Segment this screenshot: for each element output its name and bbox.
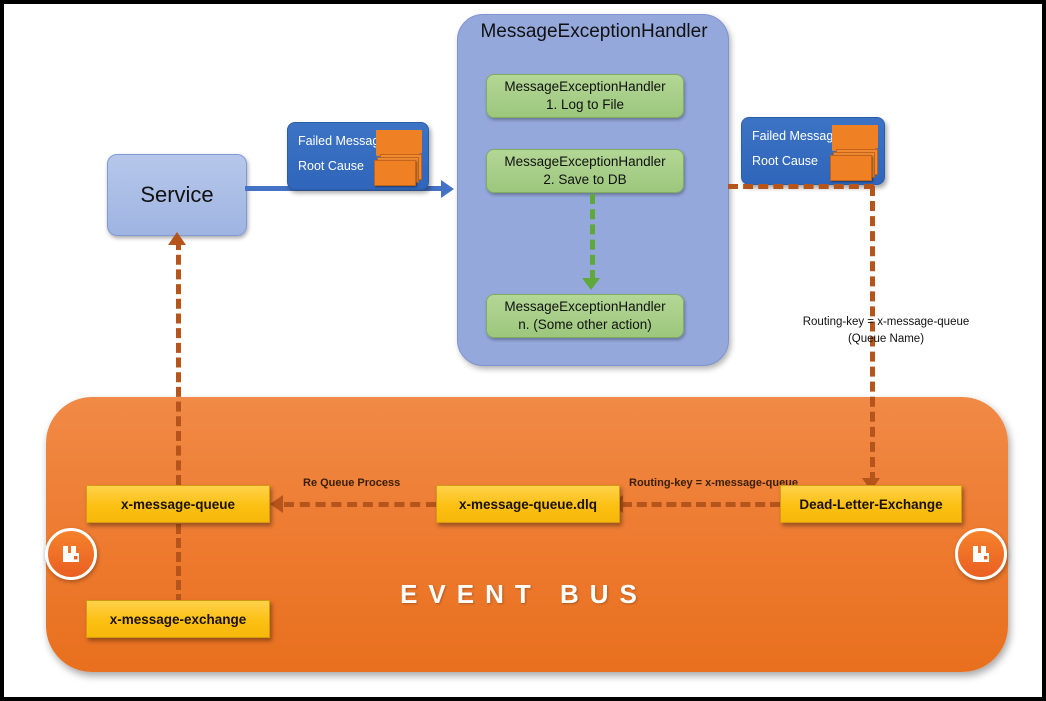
service-node[interactable]: Service	[107, 154, 247, 236]
document-stack-icon	[374, 154, 422, 186]
event-bus-title: EVENT BUS	[400, 579, 648, 609]
node-x-message-queue-dlq[interactable]: x-message-queue.dlq	[436, 485, 620, 523]
routing-key-right-line2: (Queue Name)	[847, 333, 925, 346]
failed-message-card-right: Failed Message Root Cause	[741, 117, 885, 185]
node-x-message-exchange-label: x-message-exchange	[109, 611, 247, 627]
handler-to-dle-horizontal	[728, 184, 874, 189]
handler-title: MessageExceptionHandler	[480, 21, 708, 42]
handler-action-1-line2: 1. Log to File	[545, 97, 625, 112]
service-label: Service	[140, 182, 214, 207]
routing-key-right-line1: Routing-key = x-message-queue	[802, 316, 970, 328]
handler-action-2[interactable]: MessageExceptionHandler 2. Save to DB	[486, 149, 684, 193]
dle-to-dlq-line	[622, 502, 780, 507]
handler-flow-dashed-line	[590, 194, 595, 280]
handler-flow-arrowhead	[582, 278, 600, 290]
service-arrowhead	[168, 232, 186, 245]
handler-action-2-line2: 2. Save to DB	[543, 172, 627, 187]
node-x-message-exchange[interactable]: x-message-exchange	[86, 600, 270, 638]
failed-message-card-left: Failed Message Root Cause	[287, 122, 429, 190]
root-cause-label: Root Cause	[752, 154, 819, 168]
service-to-handler-arrowhead	[441, 180, 454, 198]
handler-action-1-line1: MessageExceptionHandler	[504, 78, 666, 94]
handler-action-2-line1: MessageExceptionHandler	[504, 153, 666, 169]
diagram-canvas: EVENT BUS Service MessageExceptionHandle…	[0, 0, 1046, 701]
routing-key-right-label: Routing-key = x-message-queue (Queue Nam…	[786, 314, 986, 349]
document-stack-icon	[830, 149, 878, 181]
exchange-to-queue-line	[176, 524, 181, 604]
rabbitmq-icon	[955, 528, 1007, 580]
queue-arrowhead	[270, 495, 283, 513]
queue-to-service-line	[176, 240, 181, 485]
handler-action-1[interactable]: MessageExceptionHandler 1. Log to File	[486, 74, 684, 118]
node-dead-letter-exchange-label: Dead-Letter-Exchange	[799, 496, 943, 512]
node-x-message-queue[interactable]: x-message-queue	[86, 485, 270, 523]
node-x-message-queue-label: x-message-queue	[120, 496, 236, 512]
root-cause-label: Root Cause	[298, 159, 365, 173]
failed-message-label: Failed Message	[752, 129, 841, 143]
handler-action-n[interactable]: MessageExceptionHandler n. (Some other a…	[486, 294, 684, 338]
rabbitmq-icon	[45, 528, 97, 580]
handler-action-n-line2: n. (Some other action)	[518, 317, 652, 332]
dlq-to-queue-line	[284, 502, 436, 507]
re-queue-process-label: Re Queue Process	[303, 477, 401, 489]
handler-action-n-line1: MessageExceptionHandler	[504, 298, 666, 314]
node-x-message-queue-dlq-label: x-message-queue.dlq	[458, 496, 598, 512]
failed-message-label: Failed Message	[298, 134, 387, 148]
routing-key-middle-label: Routing-key = x-message-queue	[629, 477, 799, 489]
node-dead-letter-exchange[interactable]: Dead-Letter-Exchange	[780, 485, 962, 523]
